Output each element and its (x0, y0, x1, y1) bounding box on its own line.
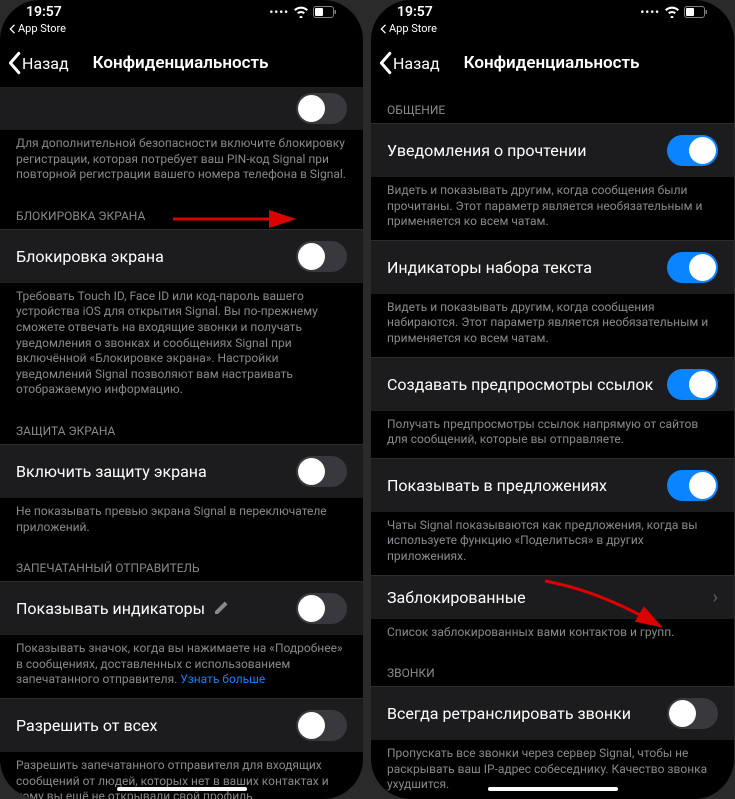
blocked-label: Заблокированные (387, 588, 707, 607)
blocked-row[interactable]: Заблокированные › (371, 575, 734, 619)
registration-lock-toggle[interactable] (296, 93, 347, 124)
allow-all-row[interactable]: Разрешить от всех (0, 698, 363, 752)
relay-calls-toggle[interactable] (667, 698, 718, 729)
app-store-back[interactable]: App Store (371, 20, 734, 37)
phone-right: 19:57 •••• App Store Назад Конфиденциаль… (371, 0, 734, 799)
screen-security-desc: Не показывать превью экрана Signal в пер… (0, 498, 363, 545)
screen-lock-toggle[interactable] (296, 241, 347, 272)
wifi-icon (664, 6, 680, 18)
indicators-toggle[interactable] (296, 593, 347, 624)
back-label: Назад (393, 54, 440, 73)
home-indicator[interactable] (488, 787, 618, 791)
partial-toggle-row (0, 87, 363, 130)
learn-more-link[interactable]: Узнать больше (180, 672, 265, 686)
section-header-screen-lock: БЛОКИРОВКА ЭКРАНА (0, 193, 363, 229)
settings-content: ОБЩЕНИЕ Уведомления о прочтении Видеть и… (371, 87, 734, 799)
link-previews-label: Создавать предпросмотры ссылок (387, 375, 667, 394)
battery-icon (684, 6, 708, 18)
status-time: 19:57 (397, 4, 433, 20)
suggestions-toggle[interactable] (667, 470, 718, 501)
link-previews-toggle[interactable] (667, 369, 718, 400)
screen-security-toggle[interactable] (296, 456, 347, 487)
link-previews-row[interactable]: Создавать предпросмотры ссылок (371, 357, 734, 411)
indicators-label-text: Показывать индикаторы (16, 599, 205, 618)
screen-lock-desc: Требовать Touch ID, Face ID или код-паро… (0, 283, 363, 408)
intro-desc: Для дополнительной безопасности включите… (0, 130, 363, 193)
read-receipts-row[interactable]: Уведомления о прочтении (371, 123, 734, 177)
read-receipts-desc: Видеть и показывать другим, когда сообще… (371, 177, 734, 240)
screen-security-row[interactable]: Включить защиту экрана (0, 444, 363, 498)
suggestions-label: Показывать в предложениях (387, 476, 667, 495)
page-title: Конфиденциальность (464, 53, 640, 73)
back-button[interactable]: Назад (377, 51, 440, 75)
relay-calls-row[interactable]: Всегда ретранслировать звонки (371, 686, 734, 740)
indicators-desc: Показывать значок, когда вы нажимаете на… (0, 635, 363, 698)
chevron-left-icon (377, 51, 393, 75)
status-icons: •••• (269, 6, 337, 19)
nav-bar: Назад Конфиденциальность (0, 37, 363, 87)
envelope-icon (215, 600, 229, 614)
screen-lock-row[interactable]: Блокировка экрана (0, 229, 363, 283)
status-time: 19:57 (26, 4, 62, 20)
page-title: Конфиденциальность (93, 53, 269, 73)
suggestions-row[interactable]: Показывать в предложениях (371, 458, 734, 512)
allow-all-toggle[interactable] (296, 710, 347, 741)
status-icons: •••• (640, 6, 708, 19)
screen-security-label: Включить защиту экрана (16, 462, 296, 481)
status-bar: 19:57 •••• (371, 0, 734, 20)
battery-icon (313, 6, 337, 18)
section-header-calls: ЗВОНКИ (371, 650, 734, 686)
app-store-label: App Store (389, 22, 437, 35)
read-receipts-toggle[interactable] (667, 135, 718, 166)
typing-indicators-row[interactable]: Индикаторы набора текста (371, 240, 734, 294)
chevron-left-icon (8, 24, 16, 34)
relay-calls-label: Всегда ретранслировать звонки (387, 704, 667, 723)
phone-left: 19:57 •••• App Store Назад Конфиденциаль… (0, 0, 363, 799)
section-header-sealed-sender: ЗАПЕЧАТАННЫЙ ОТПРАВИТЕЛЬ (0, 545, 363, 581)
nav-bar: Назад Конфиденциальность (371, 37, 734, 87)
read-receipts-label: Уведомления о прочтении (387, 141, 667, 160)
back-label: Назад (22, 54, 69, 73)
section-header-communication: ОБЩЕНИЕ (371, 87, 734, 123)
indicators-label: Показывать индикаторы (16, 599, 296, 618)
home-indicator[interactable] (117, 787, 247, 791)
back-button[interactable]: Назад (6, 51, 69, 75)
typing-indicators-toggle[interactable] (667, 252, 718, 283)
signal-strength-icon: •••• (640, 6, 660, 19)
wifi-icon (293, 6, 309, 18)
app-store-label: App Store (18, 22, 66, 35)
settings-content: Для дополнительной безопасности включите… (0, 87, 363, 799)
section-header-screen-security: ЗАЩИТА ЭКРАНА (0, 408, 363, 444)
indicators-row[interactable]: Показывать индикаторы (0, 581, 363, 635)
link-previews-desc: Получать предпросмотры ссылок напрямую о… (371, 411, 734, 458)
app-store-back[interactable]: App Store (0, 20, 363, 37)
blocked-desc: Список заблокированных вами контактов и … (371, 619, 734, 651)
status-bar: 19:57 •••• (0, 0, 363, 20)
allow-all-desc: Разрешить запечатанного отправителя для … (0, 752, 363, 799)
chevron-left-icon (6, 51, 22, 75)
allow-all-label: Разрешить от всех (16, 716, 296, 735)
chevron-right-icon: › (707, 587, 718, 608)
screen-lock-label: Блокировка экрана (16, 247, 296, 266)
chevron-left-icon (379, 24, 387, 34)
signal-strength-icon: •••• (269, 6, 289, 19)
typing-indicators-label: Индикаторы набора текста (387, 258, 667, 277)
typing-indicators-desc: Видеть и показывать другим, когда сообще… (371, 294, 734, 357)
suggestions-desc: Чаты Signal показываются как предложения… (371, 512, 734, 575)
